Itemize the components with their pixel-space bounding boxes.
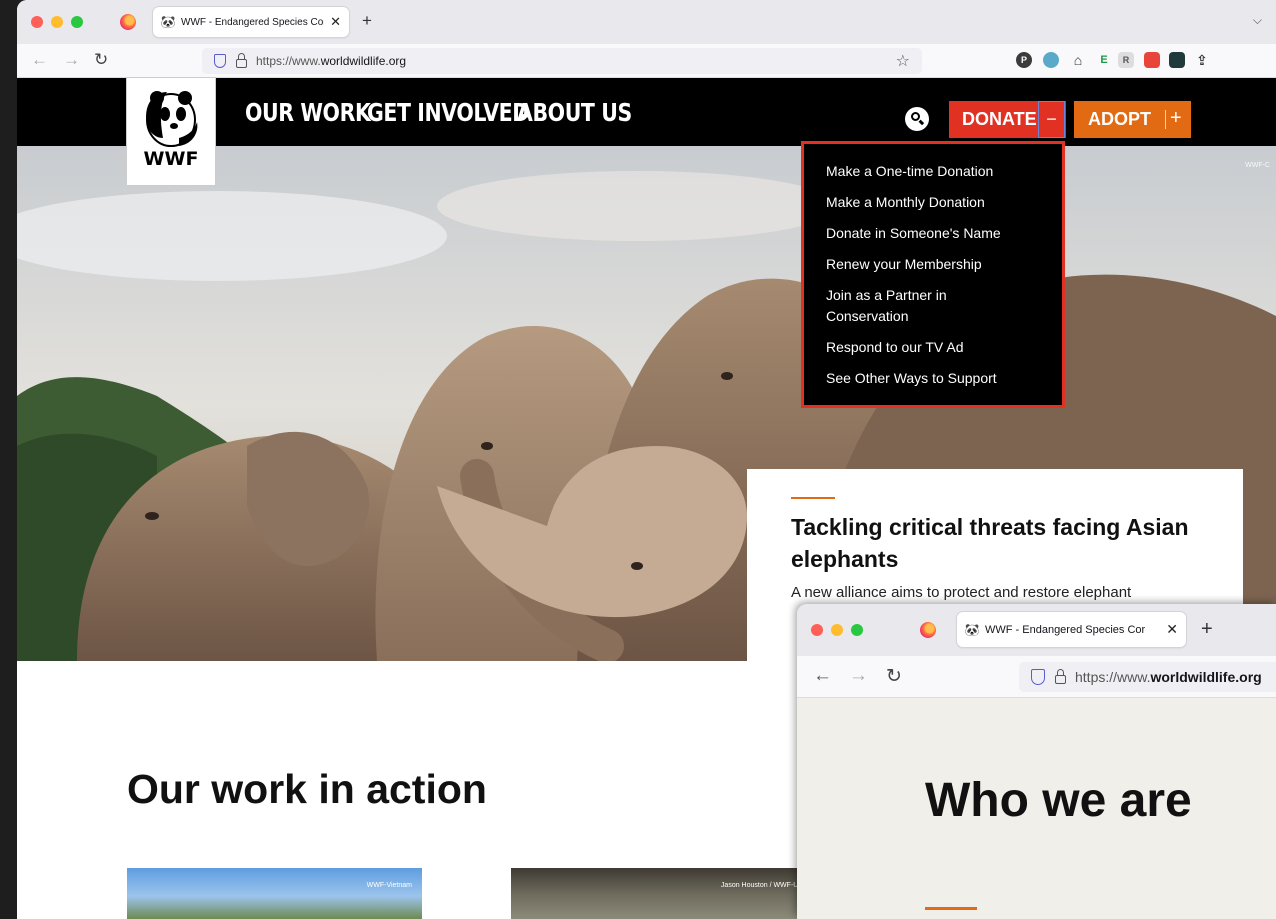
new-tab-button[interactable]: +	[1201, 618, 1213, 641]
window-controls	[811, 624, 863, 636]
panda-favicon: 🐼	[964, 622, 980, 637]
accent-rule	[925, 907, 977, 910]
close-tab-icon[interactable]: ✕	[330, 14, 341, 30]
nav-get-involved[interactable]: GET INVOLVED	[367, 98, 529, 127]
close-window-button[interactable]	[31, 16, 43, 28]
wwf-logo[interactable]: WWF	[127, 78, 215, 185]
bookmark-star-icon[interactable]: ☆	[896, 51, 910, 71]
shield-icon[interactable]	[1031, 669, 1045, 685]
menu-item-respond-tv-ad[interactable]: Respond to our TV Ad	[826, 337, 964, 358]
work-thumbnail-1[interactable]: WWF-Vietnam	[127, 868, 422, 919]
thumbnail-credit: WWF-Vietnam	[366, 882, 412, 889]
menu-item-renew-membership[interactable]: Renew your Membership	[826, 254, 982, 275]
nav-toolbar: ← → ↻ https://www.worldwildlife.org	[797, 656, 1276, 698]
reload-icon[interactable]: ↻	[886, 665, 902, 688]
search-icon[interactable]	[905, 107, 929, 131]
menu-item-monthly-donation[interactable]: Make a Monthly Donation	[826, 192, 985, 213]
close-tab-icon[interactable]: ✕	[1166, 621, 1178, 638]
thumbnail-credit: Jason Houston / WWF-US	[720, 882, 803, 889]
donate-dropdown-menu: Make a One-time Donation Make a Monthly …	[801, 141, 1065, 408]
feature-description: A new alliance aims to protect and resto…	[791, 584, 1132, 601]
extension-cloud-icon[interactable]: ⌂	[1070, 52, 1086, 68]
minimize-window-button[interactable]	[51, 16, 63, 28]
lock-icon[interactable]	[1055, 668, 1066, 684]
panda-logo-icon	[146, 91, 198, 147]
section-heading: Our work in action	[127, 766, 487, 812]
extension-badge-icon[interactable]	[1144, 52, 1160, 68]
adopt-expand-toggle[interactable]: +	[1170, 107, 1182, 130]
firefox-icon[interactable]	[920, 622, 936, 638]
tab-title: WWF - Endangered Species Cor	[181, 16, 325, 28]
close-window-button[interactable]	[811, 624, 823, 636]
menu-item-one-time-donation[interactable]: Make a One-time Donation	[826, 161, 993, 182]
page-heading: Who we are	[925, 774, 1192, 827]
donate-button[interactable]: DONATE −	[949, 101, 1066, 138]
card-accent-rule	[791, 497, 835, 499]
nav-toolbar: ← → ↻ https://www.worldwildlife.org ☆ P …	[17, 44, 1276, 78]
menu-item-partner-in-conservation[interactable]: Join as a Partner in Conservation	[826, 285, 1026, 327]
work-thumbnail-2[interactable]: Jason Houston / WWF-US	[511, 868, 811, 919]
lock-icon[interactable]	[236, 52, 247, 68]
share-icon[interactable]: ⇪	[1194, 52, 1210, 68]
donate-label: DONATE	[962, 109, 1037, 129]
extension-e-icon[interactable]: E	[1096, 52, 1112, 68]
extension-p-icon[interactable]: P	[1016, 52, 1032, 68]
zoom-window-button[interactable]	[71, 16, 83, 28]
adopt-button[interactable]: ADOPT +	[1074, 101, 1191, 138]
extension-shield-icon[interactable]	[1043, 52, 1059, 68]
adopt-divider	[1165, 110, 1166, 129]
zoom-window-button[interactable]	[851, 624, 863, 636]
tab-title: WWF - Endangered Species Cor	[985, 623, 1146, 636]
extension-r-icon[interactable]: R	[1118, 52, 1134, 68]
url-text[interactable]: https://www.worldwildlife.org	[1075, 669, 1262, 685]
window-controls	[31, 16, 83, 28]
hero-photo-credit: WWF-C	[1245, 162, 1270, 169]
forward-icon[interactable]: →	[849, 665, 868, 687]
who-we-are-page: Who we are	[797, 698, 1276, 919]
menu-item-other-ways[interactable]: See Other Ways to Support	[826, 368, 997, 389]
donate-collapse-toggle[interactable]: −	[1038, 101, 1065, 138]
menu-item-donate-in-name[interactable]: Donate in Someone's Name	[826, 223, 1001, 244]
url-bar[interactable]: https://www.worldwildlife.org	[1019, 662, 1276, 692]
extension-green-icon[interactable]	[1169, 52, 1185, 68]
tab-bar: 🐼 WWF - Endangered Species Cor ✕ +	[797, 604, 1276, 656]
forward-icon[interactable]: →	[63, 50, 80, 70]
panda-favicon: 🐼	[160, 15, 176, 29]
shield-icon[interactable]	[214, 54, 226, 68]
nav-about-us[interactable]: ABOUT US	[517, 98, 632, 127]
new-tab-button[interactable]: +	[362, 11, 372, 31]
secondary-browser-window: 🐼 WWF - Endangered Species Cor ✕ + ← → ↻…	[797, 604, 1276, 919]
back-icon[interactable]: ←	[813, 665, 832, 687]
logo-text: WWF	[143, 148, 199, 170]
firefox-icon[interactable]	[120, 14, 136, 30]
feature-title[interactable]: Tackling critical threats facing Asian e…	[791, 511, 1211, 575]
tab-bar: 🐼 WWF - Endangered Species Cor ✕ + ⌵	[17, 0, 1276, 44]
minimize-window-button[interactable]	[831, 624, 843, 636]
adopt-label: ADOPT	[1088, 109, 1151, 129]
url-text[interactable]: https://www.worldwildlife.org	[256, 54, 406, 68]
tab-wwf[interactable]: 🐼 WWF - Endangered Species Cor ✕	[153, 7, 349, 37]
chevron-down-icon[interactable]: ⌵	[1253, 13, 1262, 28]
nav-our-work[interactable]: OUR WORK	[245, 98, 371, 127]
url-bar[interactable]: https://www.worldwildlife.org ☆	[202, 48, 922, 74]
tab-wwf[interactable]: 🐼 WWF - Endangered Species Cor ✕	[957, 612, 1186, 647]
back-icon[interactable]: ←	[31, 50, 48, 70]
reload-icon[interactable]: ↻	[94, 50, 108, 70]
